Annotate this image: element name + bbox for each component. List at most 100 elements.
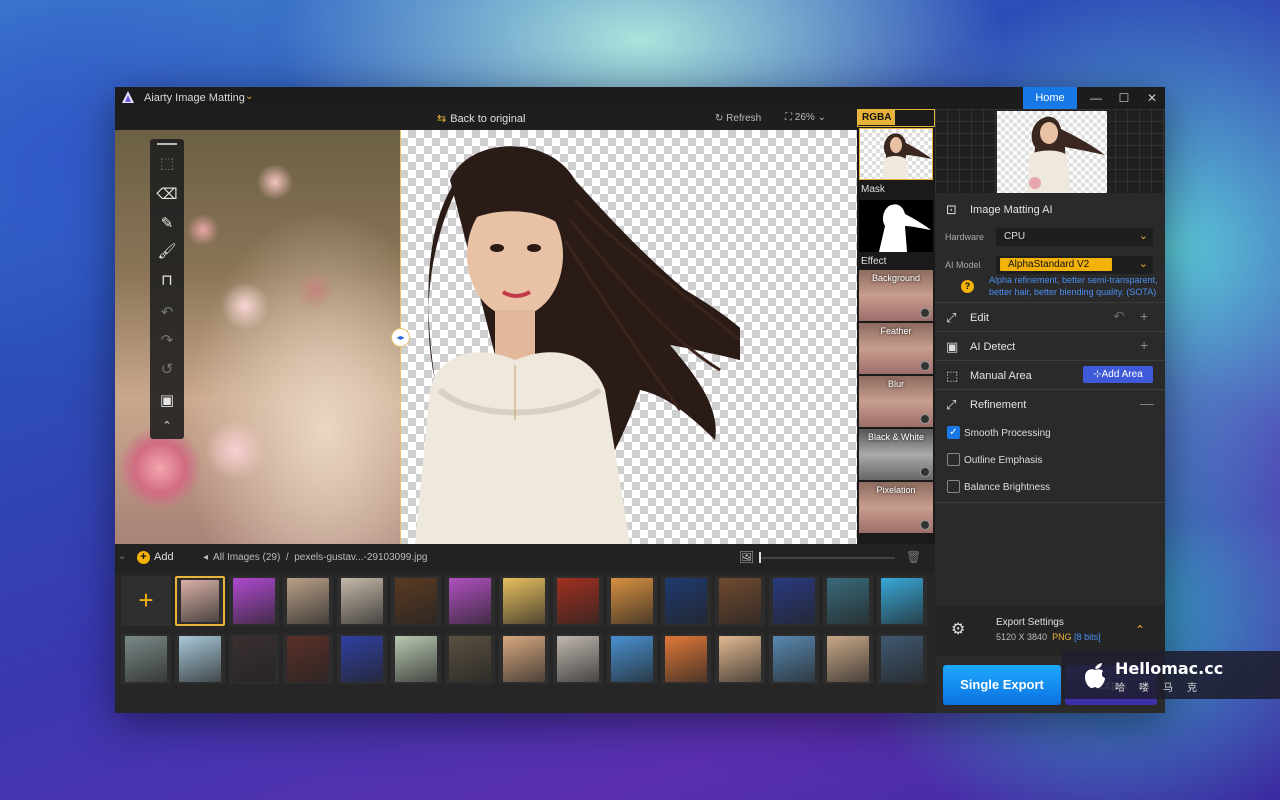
app-menu-chevron-icon[interactable]: ⌄ [245,91,253,102]
image-canvas[interactable]: ◂▸ ⬚ ⌫ ✎ 🖌 ⊓ ↶ ↷ ↺ ▣ ⌃ [115,130,857,544]
gallery-thumbnail[interactable] [283,576,333,626]
gallery-thumbnail[interactable] [715,576,765,626]
gallery-thumbnail[interactable] [553,634,603,684]
collapse-gallery-icon[interactable]: ⌄ [118,551,126,562]
add-area-button[interactable]: ⊹Add Area [1083,366,1153,383]
manual-area-section-title[interactable]: Manual Area [970,370,1032,382]
fill-roller-icon[interactable]: ⊓ [155,270,179,292]
close-icon[interactable]: ✕ [1139,87,1165,109]
select-area-icon[interactable]: ⬚ [155,153,179,175]
gallery-thumbnail[interactable] [769,634,819,684]
gallery-thumbnail[interactable] [607,634,657,684]
mask-label: Mask [861,184,885,195]
gallery-thumbnail[interactable] [229,576,279,626]
apple-logo-icon [1085,663,1105,688]
gallery-thumbnail[interactable] [175,634,225,684]
undo-icon[interactable]: ↶ [155,302,179,324]
edit-section-title[interactable]: Edit [970,312,989,324]
gallery-thumbnail[interactable] [499,634,549,684]
redo-icon[interactable]: ↷ [155,330,179,352]
tool-palette-grip[interactable] [157,143,177,145]
ai-model-select[interactable]: AlphaStandard V2 ⌄ [996,256,1153,274]
gallery-thumbnail[interactable] [499,576,549,626]
gallery-thumbnail[interactable] [391,576,441,626]
split-handle[interactable]: ◂▸ [391,328,410,347]
minimize-icon[interactable]: — [1083,87,1109,109]
expand-ai-detect-icon[interactable]: + [1140,337,1148,353]
reset-icon[interactable]: ↺ [155,359,179,381]
gallery-thumbnail[interactable] [823,634,873,684]
effect-feather[interactable]: Feather [859,323,933,374]
effect-black-white[interactable]: Black & White [859,429,933,480]
app-window: Aiarty Image Matting ⌄ Home — ☐ ✕ ⇆ Back … [115,87,1165,713]
smooth-processing-checkbox[interactable]: ✓ [947,426,960,439]
add-image-tile[interactable]: + [121,576,171,626]
gallery-thumbnail-image [719,578,761,624]
collapse-refinement-icon[interactable]: — [1140,395,1154,411]
outline-emphasis-checkbox[interactable] [947,453,960,466]
refinement-section-title[interactable]: Refinement [970,399,1026,411]
breadcrumb: ◂ All Images (29) / pexels-gustav...-291… [203,552,427,563]
gallery-thumbnail[interactable] [391,634,441,684]
brush-icon[interactable]: ✎ [155,213,179,235]
gallery-thumbnail[interactable] [175,576,225,626]
refresh-button[interactable]: ↻ Refresh [715,113,761,124]
gallery-thumbnail[interactable] [445,576,495,626]
gallery-thumbnail[interactable] [283,634,333,684]
gallery-thumbnail[interactable] [823,576,873,626]
effect-blur[interactable]: Blur [859,376,933,427]
expand-edit-icon[interactable]: + [1140,308,1148,324]
fit-view-icon[interactable]: ▣ [155,390,179,412]
home-tab[interactable]: Home [1023,87,1077,109]
effect-toggle-icon[interactable] [920,414,930,424]
effect-toggle-icon[interactable] [920,361,930,371]
all-images-link[interactable]: All Images (29) [213,552,280,563]
eraser-icon[interactable]: ⌫ [155,184,179,206]
thumbnail-size-slider[interactable] [759,557,895,559]
gallery-thumbnail[interactable] [121,634,171,684]
divider [935,502,1165,503]
back-to-original-button[interactable]: ⇆ Back to original [437,112,525,125]
gallery-thumbnail[interactable] [877,576,927,626]
zoom-dropdown-chevron-icon[interactable]: ⌄ [818,112,826,123]
gallery-thumbnail[interactable] [553,576,603,626]
effect-toggle-icon[interactable] [920,308,930,318]
gallery-thumbnail[interactable] [229,634,279,684]
help-icon[interactable]: ? [961,280,974,293]
gallery-thumbnail[interactable] [715,634,765,684]
effect-toggle-icon[interactable] [920,520,930,530]
maximize-icon[interactable]: ☐ [1111,87,1137,109]
collapse-tools-icon[interactable]: ⌃ [155,415,179,437]
add-images-button[interactable]: + Add [137,551,174,564]
gallery-thumbnail[interactable] [337,576,387,626]
effect-background[interactable]: Background [859,270,933,321]
back-arrow-icon[interactable]: ◂ [203,552,208,563]
gallery-thumbnail[interactable] [337,634,387,684]
gallery-thumbnail[interactable] [445,634,495,684]
gallery-thumbnail[interactable] [607,576,657,626]
balance-brightness-checkbox[interactable] [947,480,960,493]
hardware-select[interactable]: CPU ⌄ [996,228,1153,246]
thumbnail-size-knob[interactable] [759,552,761,563]
tool-palette: ⬚ ⌫ ✎ 🖌 ⊓ ↶ ↷ ↺ ▣ ⌃ [150,139,184,439]
paint-brush-icon[interactable]: 🖌 [155,241,179,263]
undo-edit-icon[interactable]: ↶ [1113,308,1125,325]
ai-detect-section-title[interactable]: AI Detect [970,341,1015,353]
gallery-thumbnail[interactable] [661,634,711,684]
gallery-thumbnail[interactable] [661,576,711,626]
breadcrumb-separator: / [285,552,289,563]
ai-detect-icon: ▣ [946,339,959,354]
effect-pixelation[interactable]: Pixelation [859,482,933,533]
zoom-value: 26% [794,112,815,123]
gallery-thumbnail[interactable] [877,634,927,684]
mask-preview-thumb[interactable] [859,200,933,252]
trash-icon[interactable]: 🗑 [906,550,921,564]
effect-toggle-icon[interactable] [920,467,930,477]
app-logo-icon [122,91,134,103]
single-export-button[interactable]: Single Export [943,665,1061,705]
zoom-control[interactable]: ⛶ 26% ⌄ [785,112,826,123]
rgba-preview-thumb[interactable] [859,128,933,180]
gallery-thumbnail[interactable] [769,576,819,626]
expand-export-icon[interactable]: ⌃ [1135,623,1145,637]
export-settings[interactable]: ⚙ Export Settings 5120 X 3840 PNG [8 bit… [935,606,1165,656]
